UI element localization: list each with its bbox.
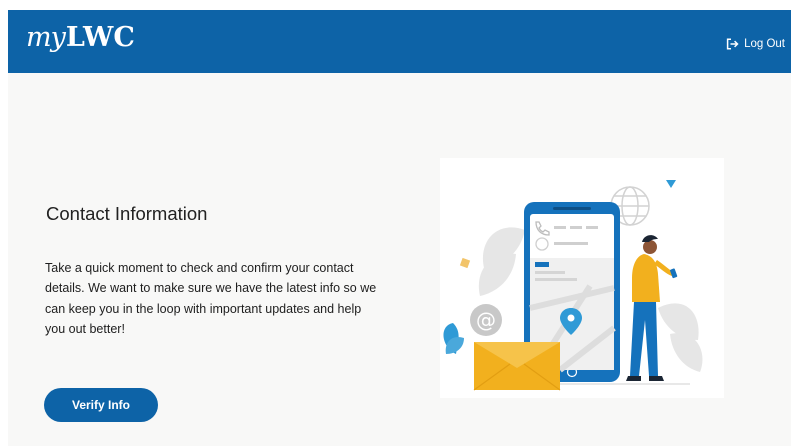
illustration-graphic: @	[440, 158, 724, 398]
svg-text:@: @	[476, 308, 496, 332]
logout-button[interactable]: Log Out	[726, 34, 785, 54]
logo-main: LWC	[65, 22, 135, 53]
sign-out-icon	[726, 38, 739, 50]
mylwc-logo[interactable]: my LWC	[26, 22, 135, 62]
top-bar: my LWC Log Out	[8, 10, 791, 73]
page-description: Take a quick moment to check and confirm…	[45, 261, 377, 336]
logo-prefix: my	[26, 22, 66, 53]
contact-illustration: @	[440, 158, 724, 398]
logout-label: Log Out	[744, 38, 785, 50]
page-title: Contact Information	[46, 203, 208, 224]
verify-info-button[interactable]: Verify Info	[44, 388, 158, 422]
at-sign-icon: @	[470, 304, 502, 336]
